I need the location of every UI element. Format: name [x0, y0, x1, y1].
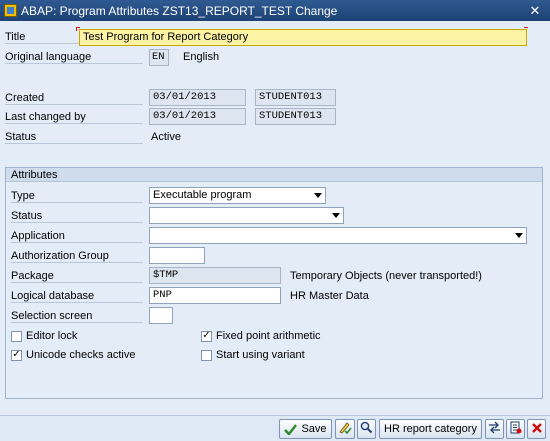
created-user: STUDENT013	[255, 89, 336, 106]
selection-screen-input[interactable]	[149, 307, 173, 324]
cancel-button[interactable]	[527, 419, 546, 439]
original-language-label: Original language	[5, 51, 143, 64]
fixed-point-label: Fixed point arithmetic	[216, 330, 321, 342]
checkbox-box[interactable]: ✓	[201, 330, 212, 342]
start-variant-checkbox[interactable]: Start using variant	[201, 349, 305, 361]
arrows-icon	[488, 421, 501, 437]
package-field: $TMP	[149, 267, 281, 284]
original-language-code: EN	[149, 49, 169, 66]
search-help-button[interactable]	[357, 419, 376, 439]
application-label: Application	[11, 230, 143, 243]
title-input[interactable]: Test Program for Report Category	[79, 29, 527, 46]
created-date: 03/01/2013	[149, 89, 246, 106]
mandatory-corner-icon	[524, 27, 528, 31]
authorization-group-label: Authorization Group	[11, 250, 143, 263]
unicode-checks-checkbox[interactable]: ✓ Unicode checks active	[11, 349, 135, 361]
save-button[interactable]: Save	[279, 419, 332, 439]
authorization-group-input[interactable]	[149, 247, 205, 264]
last-changed-user: STUDENT013	[255, 108, 336, 125]
created-label: Created	[5, 92, 143, 105]
hr-report-category-button[interactable]: HR report category	[379, 419, 482, 439]
type-dropdown[interactable]: Executable program	[149, 187, 326, 204]
mandatory-corner-icon	[76, 27, 80, 31]
attr-status-label: Status	[11, 210, 143, 223]
attr-status-dropdown[interactable]	[149, 207, 344, 224]
save-label: Save	[301, 423, 327, 435]
check-button[interactable]	[335, 419, 355, 439]
checkbox-box[interactable]	[11, 330, 22, 342]
dialog-toolbar: Save HR report category	[0, 415, 550, 441]
checkbox-box[interactable]	[201, 349, 212, 361]
start-variant-label: Start using variant	[216, 349, 305, 361]
dialog-content: Title Test Program for Report Category O…	[0, 21, 550, 415]
checkmark-icon	[284, 423, 298, 435]
chevron-down-icon[interactable]	[515, 233, 523, 238]
pencil-check-icon	[338, 421, 352, 437]
type-label: Type	[11, 190, 143, 203]
translate-button[interactable]	[485, 419, 504, 439]
selection-screen-label: Selection screen	[11, 310, 143, 323]
sap-app-icon	[3, 4, 17, 18]
type-value: Executable program	[153, 189, 252, 201]
chevron-down-icon[interactable]	[332, 213, 340, 218]
status-value: Active	[151, 131, 181, 143]
last-changed-date: 03/01/2013	[149, 108, 246, 125]
checkbox-box[interactable]: ✓	[11, 349, 22, 361]
application-dropdown[interactable]	[149, 227, 527, 244]
close-icon[interactable]: ✕	[524, 2, 546, 20]
hr-report-label: HR report category	[384, 423, 477, 435]
title-bar: ABAP: Program Attributes ZST13_REPORT_TE…	[0, 0, 550, 21]
cancel-icon	[531, 422, 543, 437]
status-label: Status	[5, 131, 143, 144]
fixed-point-checkbox[interactable]: ✓ Fixed point arithmetic	[201, 330, 321, 342]
package-description: Temporary Objects (never transported!)	[290, 270, 482, 282]
editor-lock-label: Editor lock	[26, 330, 78, 342]
logical-database-input[interactable]: PNP	[149, 287, 281, 304]
unicode-checks-label: Unicode checks active	[26, 349, 136, 361]
magnifier-icon	[360, 421, 373, 437]
logical-database-description: HR Master Data	[290, 290, 369, 302]
chevron-down-icon[interactable]	[314, 193, 322, 198]
package-label: Package	[11, 270, 143, 283]
document-button[interactable]	[506, 419, 525, 439]
window-title: ABAP: Program Attributes ZST13_REPORT_TE…	[21, 3, 338, 18]
last-changed-label: Last changed by	[5, 111, 143, 124]
logical-database-label: Logical database	[11, 290, 143, 303]
original-language-name: English	[183, 51, 220, 63]
program-attributes-dialog: ABAP: Program Attributes ZST13_REPORT_TE…	[0, 0, 550, 441]
attributes-group-title: Attributes	[6, 168, 542, 182]
editor-lock-checkbox[interactable]: Editor lock	[11, 330, 77, 342]
document-icon	[509, 421, 522, 437]
